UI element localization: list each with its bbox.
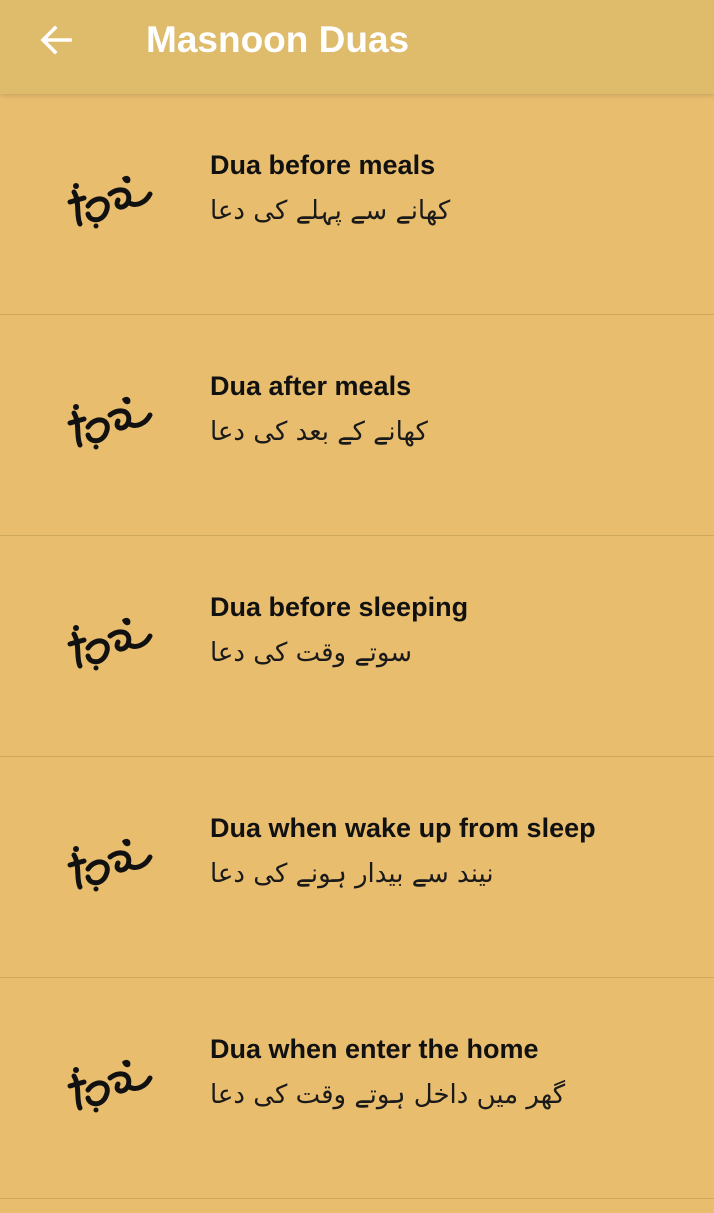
- item-urdu-subtitle: کھانے سے پہلے کی دعا: [210, 196, 451, 226]
- app-title: Masnoon Duas: [146, 19, 410, 60]
- dua-list: Dua before meals کھانے سے پہلے کی دعا Du…: [0, 94, 714, 1199]
- dua-calligraphy-icon: [67, 1059, 153, 1113]
- item-urdu-subtitle: نیند سے بیدار ہونے کی دعا: [210, 859, 494, 889]
- app-bar: Masnoon Duas: [0, 0, 714, 94]
- list-item[interactable]: Dua before meals کھانے سے پہلے کی دعا: [0, 94, 714, 315]
- item-title: Dua before meals: [210, 150, 436, 180]
- item-urdu-subtitle: گھر میں داخل ہوتے وقت کی دعا: [210, 1080, 566, 1110]
- list-item[interactable]: Dua after meals کھانے کے بعد کی دعا: [0, 315, 714, 536]
- item-title: Dua when wake up from sleep: [210, 813, 596, 843]
- item-title: Dua when enter the home: [210, 1034, 539, 1064]
- item-urdu-subtitle: کھانے کے بعد کی دعا: [210, 417, 428, 447]
- list-item[interactable]: Dua when enter the home گھر میں داخل ہوت…: [0, 978, 714, 1199]
- item-title: Dua after meals: [210, 371, 412, 401]
- dua-calligraphy-icon: [67, 838, 153, 892]
- dua-calligraphy-icon: [67, 396, 153, 450]
- back-button[interactable]: [34, 18, 78, 62]
- item-title: Dua before sleeping: [210, 592, 469, 622]
- dua-calligraphy-icon: [67, 175, 153, 229]
- list-item[interactable]: Dua when wake up from sleep نیند سے بیدا…: [0, 757, 714, 978]
- dua-calligraphy-icon: [67, 617, 153, 671]
- item-urdu-subtitle: سوتے وقت کی دعا: [210, 638, 413, 668]
- arrow-left-icon: [40, 25, 72, 55]
- list-item[interactable]: Dua before sleeping سوتے وقت کی دعا: [0, 536, 714, 757]
